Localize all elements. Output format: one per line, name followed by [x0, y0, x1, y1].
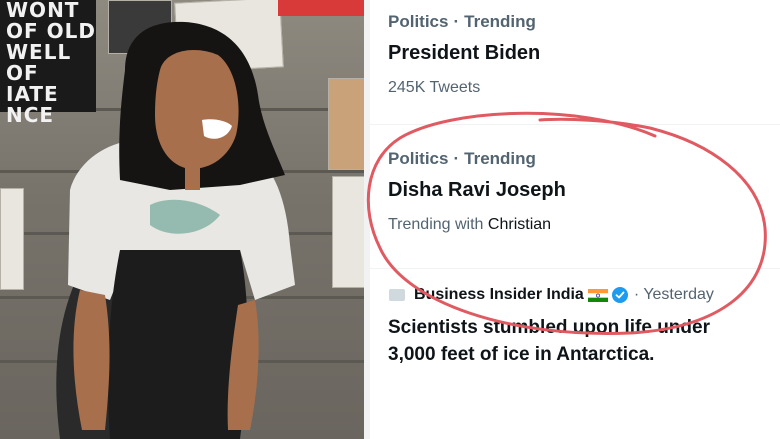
trend-item-president-biden[interactable]: Politics · Trending President Biden 245K T… — [388, 12, 762, 97]
photo-panel: WONT OF OLD WELL OF IATE NCE — [0, 0, 364, 439]
meta-separator: · — [453, 12, 460, 31]
verified-badge-icon — [611, 287, 628, 303]
news-source-icon — [389, 289, 405, 301]
trend-status: Trending — [464, 149, 536, 168]
news-timestamp: · Yesterday — [633, 286, 714, 303]
divider-line — [370, 268, 780, 269]
news-headline[interactable]: Scientists stumbled upon life under 3,00… — [388, 314, 718, 368]
trend-status: Trending — [464, 12, 536, 31]
trend-title: Disha Ravi Joseph — [388, 179, 566, 201]
trend-subtext: Trending with Christian — [388, 216, 762, 234]
trend-category: Politics — [388, 149, 449, 168]
trending-panel: Politics · Trending President Biden 245K T… — [370, 0, 780, 439]
trend-subtext: 245K Tweets — [388, 79, 762, 97]
meta-separator: · — [453, 149, 460, 168]
news-source-name[interactable]: Business Insider India — [414, 286, 584, 304]
trend-with-label: Trending with — [388, 216, 488, 233]
news-item[interactable]: Business Insider India · Yesterday Scien… — [388, 286, 762, 368]
trend-with-topic[interactable]: Christian — [488, 216, 551, 233]
trend-item-disha-ravi-joseph[interactable]: Politics · Trending Disha Ravi Joseph Tren… — [388, 149, 762, 234]
person-figure — [56, 21, 295, 439]
divider-line — [370, 124, 780, 125]
india-flag-icon — [587, 288, 608, 302]
trend-title: President Biden — [388, 42, 541, 64]
trend-tweet-count: 245K Tweets — [388, 79, 481, 96]
trend-category: Politics — [388, 12, 449, 31]
news-source-row: Business Insider India · Yesterday — [388, 286, 762, 304]
trend-meta: Politics · Trending — [388, 149, 762, 169]
trend-meta: Politics · Trending — [388, 12, 762, 32]
